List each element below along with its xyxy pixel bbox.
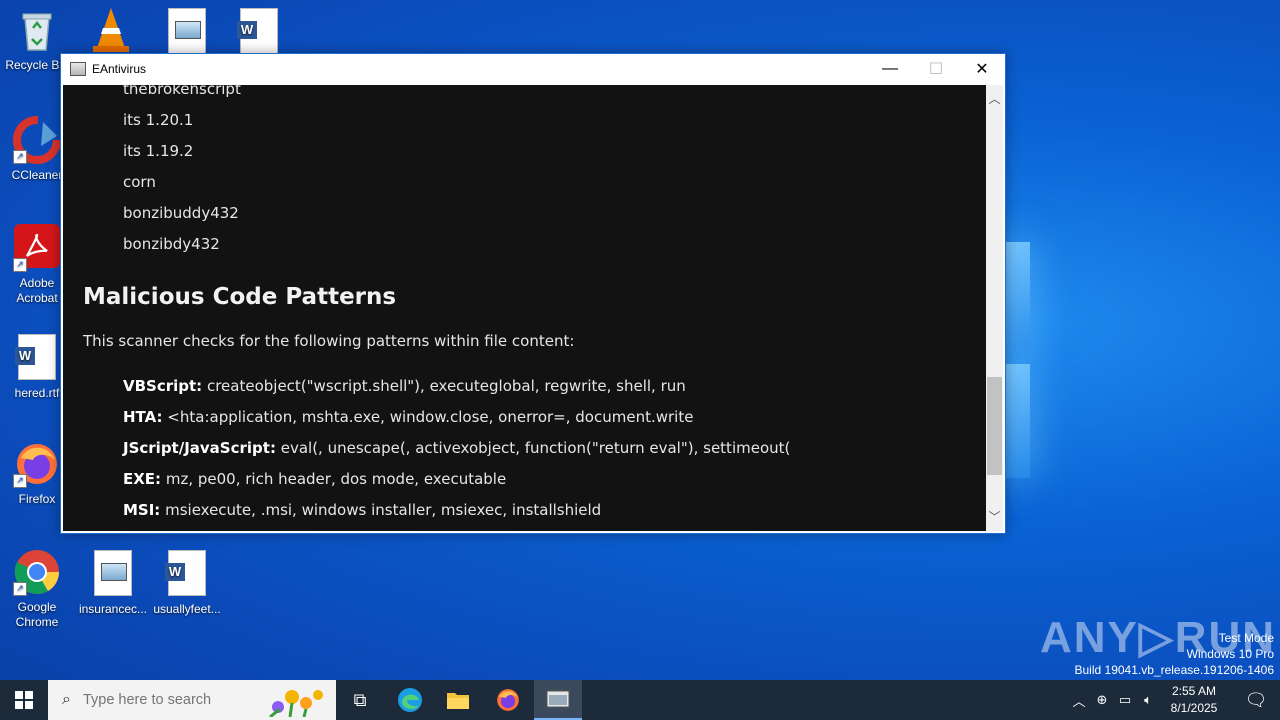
search-highlight-flowers-icon <box>269 690 323 717</box>
windows-logo-wallpaper <box>1004 240 1074 480</box>
volume-icon[interactable]: 🔈︎ <box>1136 692 1160 708</box>
app-window-icon <box>546 690 570 708</box>
taskbar-clock[interactable]: 2:55 AM 8/1/2025 <box>1160 683 1228 717</box>
list-item: corn <box>123 173 156 191</box>
windows-start-icon <box>15 691 33 709</box>
search-input[interactable] <box>80 691 265 709</box>
list-item: thebrokenscript <box>123 85 241 98</box>
window-title: EAntivirus <box>92 62 147 76</box>
firefox-taskbar-button[interactable] <box>484 680 532 720</box>
pattern-label: JScript/JavaScript: <box>123 439 276 457</box>
window-titlebar[interactable]: EAntivirus — ☐ ✕ <box>61 54 1005 84</box>
search-icon: ⌕ <box>62 691 71 708</box>
maximize-button[interactable]: ☐ <box>913 54 959 84</box>
desktop-icon-label: Google Chrome <box>15 600 59 629</box>
scroll-down-arrow-icon[interactable]: ﹀ <box>988 511 1001 523</box>
taskbar-search-box[interactable]: ⌕ <box>48 680 336 720</box>
image-file-icon <box>163 8 211 56</box>
minimize-button[interactable]: — <box>867 54 913 84</box>
firefox-icon <box>497 689 519 711</box>
image-file-icon <box>89 550 137 598</box>
pattern-row: VBScript: createobject("wscript.shell"),… <box>123 377 686 395</box>
clock-time: 2:55 AM <box>1171 684 1217 698</box>
ccleaner-icon: ↗ <box>13 116 61 164</box>
desktop-icon-label: usuallyfeet... <box>153 602 221 616</box>
word-document-icon: W <box>13 334 61 382</box>
desktop-icon-vlc[interactable] <box>76 6 146 58</box>
recycle-bin-icon <box>13 6 61 54</box>
desktop-icon-usuallyfeet-file[interactable]: W usuallyfeet... <box>150 548 224 617</box>
action-center-button[interactable]: 🗨︎ <box>1232 680 1280 720</box>
list-item: its 1.20.1 <box>123 111 194 129</box>
notification-icon: 🗨︎ <box>1244 689 1268 710</box>
clock-date: 8/1/2025 <box>1170 701 1218 715</box>
scroll-up-arrow-icon[interactable]: ︿ <box>988 93 1001 105</box>
watermark-line-2: Windows 10 Pro <box>1186 647 1274 661</box>
start-button[interactable] <box>0 680 48 720</box>
pattern-label: VBScript: <box>123 377 203 395</box>
pattern-label: HTA: <box>123 408 163 426</box>
pattern-text: mz, pe00, rich header, dos mode, executa… <box>165 470 507 488</box>
firefox-icon: ↗ <box>13 440 61 488</box>
word-document-icon: W <box>163 550 211 598</box>
desktop-icon-word-file[interactable]: W <box>224 6 294 60</box>
pattern-text: createobject("wscript.shell"), executegl… <box>206 377 686 395</box>
pattern-row: EXE: mz, pe00, rich header, dos mode, ex… <box>123 470 506 488</box>
pattern-label: MSI: <box>123 501 161 519</box>
desktop-icon-label: insurancec... <box>78 602 148 616</box>
file-explorer-taskbar-button[interactable] <box>434 680 482 720</box>
close-button[interactable]: ✕ <box>959 54 1005 84</box>
vertical-scrollbar[interactable]: ︿ ﹀ <box>986 85 1003 531</box>
system-tray: ︿ ⊕ ▭ 🔈︎ <box>1068 680 1160 720</box>
folder-icon <box>447 693 469 709</box>
app-icon <box>70 62 86 76</box>
pattern-text: <hta:application, mshta.exe, window.clos… <box>167 408 694 426</box>
watermark-line-3: Build 19041.vb_release.191206-1406 <box>1074 663 1275 677</box>
adobe-acrobat-icon: ↗ <box>13 224 61 272</box>
desktop-icon-google-chrome[interactable]: ↗ Google Chrome <box>0 548 74 630</box>
desktop-icon-insurance-file[interactable]: insurancec... <box>76 548 150 617</box>
edge-taskbar-button[interactable] <box>386 680 434 720</box>
chrome-icon: ↗ <box>13 548 61 596</box>
eantivirus-taskbar-button[interactable] <box>534 680 582 720</box>
scrollbar-thumb[interactable] <box>987 377 1002 475</box>
vlc-cone-icon <box>87 6 135 54</box>
word-document-icon: W <box>235 8 283 56</box>
pattern-row: MSI: msiexecute, .msi, windows installer… <box>123 501 601 519</box>
pattern-text: msiexecute, .msi, windows installer, msi… <box>165 501 602 519</box>
section-heading: Malicious Code Patterns <box>83 284 397 310</box>
os-watermark: Test Mode Windows 10 Pro Build 19041.vb_… <box>1075 630 1275 678</box>
desktop-icon-image-file[interactable] <box>152 6 222 60</box>
eantivirus-window[interactable]: EAntivirus — ☐ ✕ thebrokenscript its 1.2… <box>60 53 1006 534</box>
pattern-text: eval(, unescape(, activexobject, functio… <box>280 439 791 457</box>
show-hidden-icons-chevron-icon[interactable]: ︿ <box>1068 691 1090 710</box>
task-view-button[interactable]: ⧉ <box>336 680 384 720</box>
network-icon[interactable]: ▭ <box>1114 692 1136 708</box>
pattern-row: JScript/JavaScript: eval(, unescape(, ac… <box>123 439 790 457</box>
watermark-line-1: Test Mode <box>1218 631 1274 645</box>
list-item: bonzibdy432 <box>123 235 220 253</box>
taskbar: ⌕ ⧉ ︿ ⊕ ▭ 🔈︎ 2:55 AM 8/1/2025 🗨︎ <box>0 680 1280 720</box>
edge-icon <box>398 688 422 712</box>
pattern-label: EXE: <box>123 470 162 488</box>
list-item: bonzibuddy432 <box>123 204 239 222</box>
network-share-icon[interactable]: ⊕ <box>1090 692 1114 708</box>
list-item: its 1.19.2 <box>123 142 194 160</box>
pattern-row: HTA: <hta:application, mshta.exe, window… <box>123 408 693 426</box>
intro-text: This scanner checks for the following pa… <box>83 332 575 350</box>
task-view-icon: ⧉ <box>353 689 367 710</box>
scanner-info-content: thebrokenscript its 1.20.1 its 1.19.2 co… <box>63 85 986 531</box>
